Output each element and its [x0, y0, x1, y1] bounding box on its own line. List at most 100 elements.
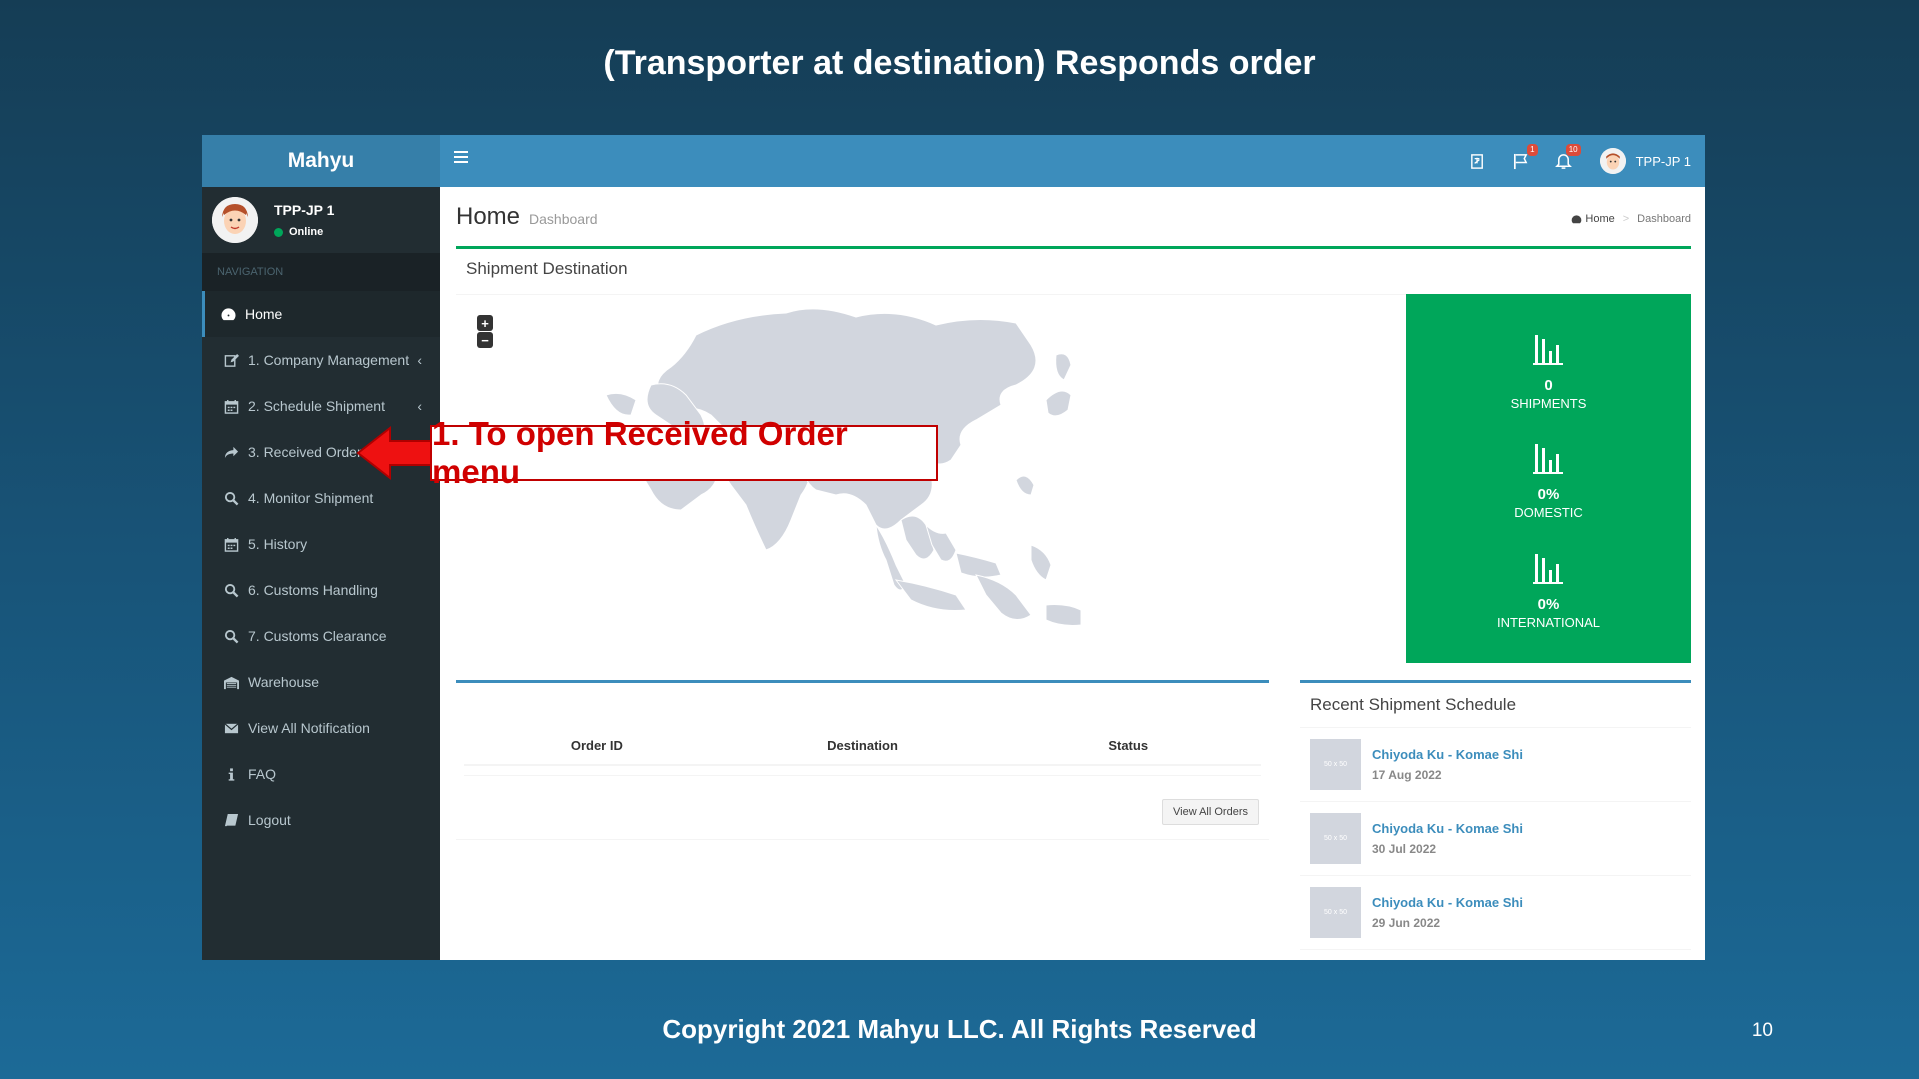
content-header: Home Dashboard [456, 203, 598, 231]
stat-shipments-value: 0 [1544, 376, 1553, 394]
stat-international-label: INTERNATIONAL [1496, 615, 1601, 631]
sidebar-item-label: 6. Customs Handling [248, 582, 378, 598]
sidebar-item-label: Home [245, 306, 283, 322]
sidebar-item-label: 1. Company Management [248, 352, 410, 368]
chevron-left-icon: ‹ [417, 352, 422, 368]
sidebar-item-customs-clearance[interactable]: 7. Customs Clearance [202, 613, 440, 659]
warehouse-icon [222, 673, 240, 691]
user-avatar-icon [212, 197, 258, 243]
recent-date: 30 Jul 2022 [1372, 842, 1437, 856]
top-user-name: TPP-JP 1 [1635, 153, 1691, 169]
language-icon[interactable] [1469, 153, 1486, 170]
sidebar-item-label: FAQ [248, 766, 277, 782]
sidebar-item-label: 2. Schedule Shipment [248, 398, 385, 414]
column-status: Status [1108, 737, 1149, 753]
brand-logo[interactable]: Mahyu [202, 135, 440, 187]
sidebar-item-label: 3. Received Order [248, 444, 362, 460]
top-navbar-icons: 1 10 TPP-JP 1 [1443, 135, 1691, 187]
sidebar-item-home[interactable]: Home [202, 291, 440, 337]
annotation-callout: 1. To open Received Order menu [430, 415, 938, 490]
top-navbar: 1 10 TPP-JP 1 [440, 135, 1705, 187]
top-user-avatar-icon [1599, 148, 1626, 174]
recent-route-link[interactable]: Chiyoda Ku - Komae Shi [1372, 895, 1523, 910]
sidebar-item-label: View All Notification [248, 720, 370, 736]
column-order-id: Order ID [570, 737, 623, 753]
stat-domestic-value: 0% [1537, 486, 1560, 504]
edit-icon [222, 351, 240, 369]
stat-international: 0% INTERNATIONAL [1497, 550, 1600, 630]
sidebar-item-company-management[interactable]: 1. Company Management ‹ [202, 337, 440, 383]
orders-box: Order ID Destination Status View All Ord… [456, 680, 1269, 840]
view-all-orders-button[interactable]: View All Orders [1162, 799, 1259, 825]
breadcrumb: Home > Dashboard [1571, 213, 1691, 225]
calendar-icon [222, 397, 240, 415]
sidebar-item-customs-handling[interactable]: 6. Customs Handling [202, 567, 440, 613]
chevron-left-icon: ‹ [417, 398, 422, 414]
breadcrumb-home-link[interactable]: Home [1585, 213, 1614, 225]
recent-shipment-box: Recent Shipment Schedule 50 x 50 Chiyoda… [1300, 680, 1691, 960]
recent-route-link[interactable]: Chiyoda Ku - Komae Shi [1372, 821, 1523, 836]
search-icon [222, 489, 240, 507]
list-item[interactable]: 50 x 50 Chiyoda Ku - Komae Shi 30 Jul 20… [1300, 802, 1691, 876]
envelope-icon [222, 719, 240, 737]
stat-shipments-label: SHIPMENTS [1510, 395, 1587, 411]
hamburger-menu-icon[interactable] [454, 150, 468, 169]
orders-table-header: Order ID Destination Status [464, 726, 1261, 766]
sidebar-item-label: 4. Monitor Shipment [248, 490, 374, 506]
bell-badge: 10 [1565, 143, 1581, 156]
sidebar-item-label: Warehouse [248, 674, 320, 690]
list-item[interactable]: 50 x 50 Chiyoda Ku - Komae Shi 29 Jun 20… [1300, 876, 1691, 950]
sidebar-item-label: 7. Customs Clearance [248, 628, 387, 644]
flag-icon[interactable]: 1 [1512, 143, 1538, 170]
slide-footer: Copyright 2021 Mahyu LLC. All Rights Res… [662, 1014, 1257, 1044]
page-title: Home [456, 203, 521, 230]
sidebar-nav: Home 1. Company Management ‹ 2. Schedule… [202, 291, 440, 843]
sidebar-item-schedule-shipment[interactable]: 2. Schedule Shipment ‹ [202, 383, 440, 429]
page-subtitle: Dashboard [529, 211, 598, 227]
dashboard-icon [1571, 214, 1582, 225]
sidebar-item-history[interactable]: 5. History [202, 521, 440, 567]
recent-date: 29 Jun 2022 [1372, 916, 1441, 930]
stat-shipments: 0 SHIPMENTS [1510, 331, 1587, 411]
bar-chart-icon [1497, 550, 1600, 591]
recent-date: 17 Aug 2022 [1372, 768, 1442, 782]
sidebar-item-label: 5. History [248, 536, 308, 552]
recent-route-link[interactable]: Chiyoda Ku - Komae Shi [1372, 747, 1523, 762]
slide-title: (Transporter at destination) Responds or… [603, 44, 1316, 82]
app-window: Mahyu TPP-JP 1 Online NAVIGATION Home 1.… [202, 135, 1705, 960]
info-icon [222, 765, 240, 783]
orders-empty-row [464, 766, 1261, 776]
bar-chart-icon [1511, 331, 1587, 372]
dashboard-icon [219, 305, 237, 323]
thumbnail-placeholder: 50 x 50 [1310, 813, 1361, 864]
calendar-icon [222, 535, 240, 553]
sidebar-item-monitor-shipment[interactable]: 4. Monitor Shipment [202, 475, 440, 521]
bell-icon[interactable]: 10 [1554, 143, 1581, 170]
sidebar-item-logout[interactable]: Logout [202, 797, 440, 843]
column-destination: Destination [827, 737, 898, 753]
recent-box-title: Recent Shipment Schedule [1300, 683, 1691, 728]
share-icon [222, 443, 240, 461]
sidebar-item-view-all-notification[interactable]: View All Notification [202, 705, 440, 751]
nav-header: NAVIGATION [202, 253, 440, 291]
breadcrumb-separator: > [1622, 213, 1630, 225]
sidebar: Mahyu TPP-JP 1 Online NAVIGATION Home 1.… [202, 135, 440, 960]
sidebar-item-faq[interactable]: FAQ [202, 751, 440, 797]
thumbnail-placeholder: 50 x 50 [1310, 887, 1361, 938]
annotation-arrow-icon [356, 425, 435, 481]
top-user-menu[interactable]: TPP-JP 1 [1599, 148, 1691, 174]
online-dot-icon [274, 227, 283, 237]
sidebar-item-warehouse[interactable]: Warehouse [202, 659, 440, 705]
breadcrumb-current: Dashboard [1637, 213, 1691, 225]
book-icon [222, 811, 240, 829]
user-panel: TPP-JP 1 Online [202, 187, 440, 253]
list-item[interactable]: 50 x 50 Chiyoda Ku - Komae Shi 17 Aug 20… [1300, 728, 1691, 802]
sidebar-item-label: Logout [248, 812, 291, 828]
stat-domestic: 0% DOMESTIC [1514, 440, 1583, 520]
flag-badge: 1 [1527, 143, 1538, 156]
search-icon [222, 627, 240, 645]
map-box-title: Shipment Destination [466, 259, 628, 278]
page-number: 10 [1751, 1020, 1773, 1041]
user-status: Online [274, 226, 334, 238]
user-status-text: Online [289, 226, 324, 238]
